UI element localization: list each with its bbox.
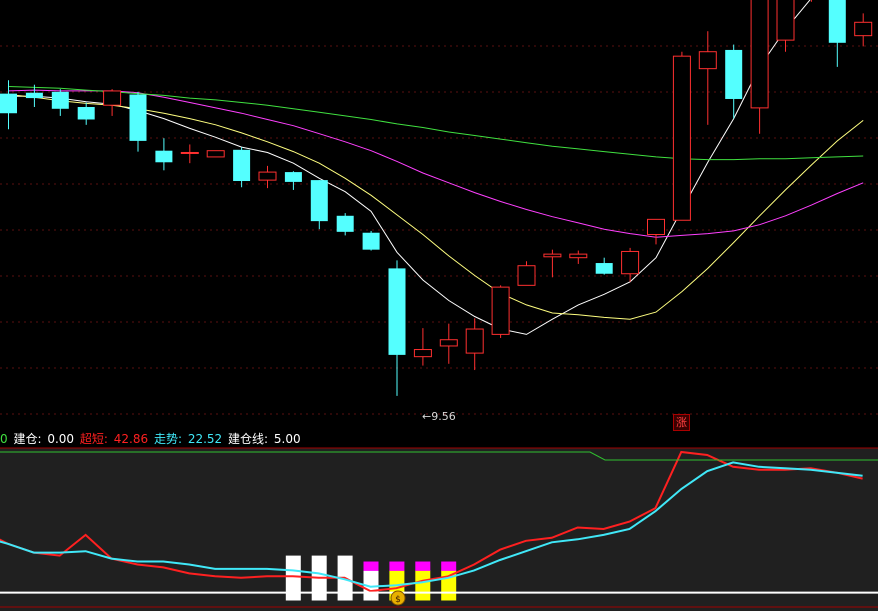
candle-body: [621, 250, 640, 275]
candle-body: [77, 107, 95, 120]
candle: [77, 102, 95, 125]
candle: [310, 180, 328, 230]
money-bag-icon: $: [390, 590, 406, 606]
candle-body: [569, 253, 588, 259]
candle-body: [776, 0, 795, 41]
legend-jiancang-label: 建仓:: [13, 432, 42, 446]
candle: [750, 0, 769, 134]
candle-body: [155, 150, 173, 163]
jiancang-bar: [363, 561, 379, 571]
candle-body: [828, 0, 846, 43]
candle: [672, 51, 691, 221]
candle-body: [491, 286, 510, 335]
candle-body: [413, 349, 432, 358]
candle-body: [672, 55, 691, 221]
candle-body: [25, 92, 43, 99]
candle-body: [465, 328, 484, 354]
indicator-panel-bg: [0, 448, 878, 611]
legend-chaoduan-value: 42.86: [113, 432, 149, 446]
candle-body: [0, 93, 17, 114]
candle: [388, 260, 406, 396]
candle: [569, 250, 588, 264]
candle: [362, 230, 380, 251]
jiancang-bar: [389, 561, 405, 571]
legend-jcx-label: 建仓线:: [228, 432, 269, 446]
candle-body: [595, 263, 613, 274]
candle: [103, 89, 122, 116]
candle: [491, 285, 510, 338]
candle: [698, 31, 717, 125]
candle: [810, 0, 812, 2]
candle-body: [647, 218, 665, 236]
candle-body: [233, 149, 251, 182]
candle-body: [750, 0, 769, 109]
low-price-marker: ←9.56: [422, 410, 456, 423]
candle-body: [698, 51, 717, 70]
candle-body: [284, 172, 302, 182]
money-bag-glyph: $: [395, 595, 401, 605]
candle-body: [206, 150, 225, 158]
candle-body: [258, 171, 277, 181]
jiancang-bar: [415, 570, 431, 601]
low-price-value: 9.56: [431, 410, 456, 423]
candle: [258, 165, 277, 189]
jiancang-bar: [441, 570, 457, 601]
candle: [647, 218, 665, 245]
jiancang-bar: [285, 555, 301, 601]
candle-body: [517, 265, 536, 286]
candle-body: [854, 21, 873, 37]
candle: [854, 13, 873, 47]
candle-body: [362, 232, 380, 250]
candle: [336, 213, 354, 236]
legend-chaoduan-label: 超短:: [79, 432, 108, 446]
signal-zhang-badge: 涨: [673, 414, 690, 431]
candle: [828, 0, 846, 67]
candle: [155, 138, 173, 171]
candle-body: [180, 151, 199, 154]
candle-body: [439, 339, 458, 347]
candle-body: [51, 91, 69, 109]
candlestick-series: [0, 0, 873, 396]
candle-body: [310, 180, 328, 222]
legend-zoushi-label: 走势:: [153, 432, 182, 446]
candle: [595, 257, 613, 275]
jiancang-bar: [415, 561, 431, 571]
jiancang-bar: [441, 561, 457, 571]
stock-chart: $: [0, 0, 878, 611]
candle-body: [725, 49, 743, 99]
legend-zoushi-value: 22.52: [187, 432, 223, 446]
candle-body: [129, 94, 147, 141]
candle: [206, 150, 225, 158]
candle: [233, 147, 251, 188]
legend-jcx-value: 5.00: [273, 432, 301, 446]
legend-jiancang-value: 0.00: [47, 432, 75, 446]
legend-prefix: 0: [0, 432, 8, 446]
candle: [543, 249, 562, 278]
candle: [0, 80, 17, 130]
candle-body: [103, 90, 122, 106]
candle: [284, 171, 302, 190]
candle: [180, 144, 199, 164]
candle: [439, 323, 458, 364]
candle-body: [543, 253, 562, 258]
candle: [465, 318, 484, 371]
candle: [776, 0, 795, 52]
indicator-legend: 0 建仓: 0.00 超短: 42.86 走势: 22.52 建仓线: 5.00: [0, 430, 303, 448]
candle: [413, 328, 432, 366]
candle-body: [336, 215, 354, 232]
candle: [51, 89, 69, 116]
low-arrow-icon: ←: [422, 410, 432, 423]
candle: [129, 91, 147, 152]
candle: [517, 261, 536, 286]
candle-body: [388, 268, 406, 355]
